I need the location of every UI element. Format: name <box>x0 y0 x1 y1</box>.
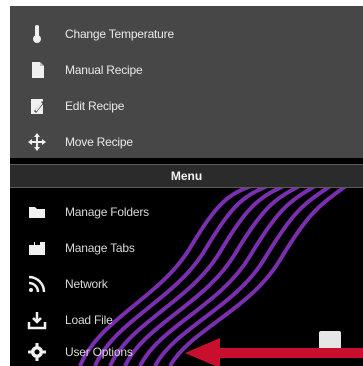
menu-item-label: Manage Folders <box>65 205 149 219</box>
menu-item-label: Manual Recipe <box>65 63 143 77</box>
menu-title-bar: Menu <box>10 164 363 188</box>
load-file-icon <box>26 309 48 331</box>
tabs-icon <box>26 237 48 259</box>
move-icon <box>26 131 48 153</box>
folder-icon <box>26 201 48 223</box>
menu-item-network[interactable]: Network <box>10 266 363 302</box>
menu-item-label: Manage Tabs <box>65 241 135 255</box>
device-screen: Change Temperature Manual Recipe Edit Re… <box>10 6 363 366</box>
menu-item-edit-recipe[interactable]: Edit Recipe <box>10 88 363 124</box>
menu-item-label: Edit Recipe <box>65 99 125 113</box>
thermometer-icon <box>26 23 48 45</box>
menu-item-label: User Options <box>65 345 133 359</box>
menu-item-label: Network <box>65 277 108 291</box>
menu-item-manage-tabs[interactable]: Manage Tabs <box>10 230 363 266</box>
menu-item-manage-folders[interactable]: Manage Folders <box>10 194 363 230</box>
edit-icon <box>26 95 48 117</box>
menu-item-load-file[interactable]: Load File <box>10 302 363 338</box>
bottom-menu-panel: Manage Folders Manage Tabs Network Load … <box>10 188 363 366</box>
network-icon <box>26 273 48 295</box>
menu-item-move-recipe[interactable]: Move Recipe <box>10 124 363 160</box>
menu-item-change-temperature[interactable]: Change Temperature <box>10 16 363 52</box>
top-menu-panel: Change Temperature Manual Recipe Edit Re… <box>10 6 363 158</box>
corner-button[interactable] <box>319 331 341 353</box>
document-icon <box>26 59 48 81</box>
menu-title: Menu <box>170 169 203 183</box>
menu-item-label: Change Temperature <box>65 27 174 41</box>
gear-icon <box>26 341 48 363</box>
menu-item-manual-recipe[interactable]: Manual Recipe <box>10 52 363 88</box>
menu-item-label: Load File <box>65 313 113 327</box>
menu-item-user-options[interactable]: User Options <box>10 338 363 366</box>
menu-item-label: Move Recipe <box>65 135 133 149</box>
